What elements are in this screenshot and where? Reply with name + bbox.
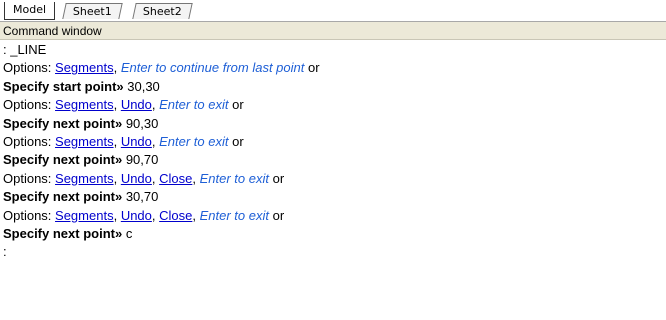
command-echo: :	[3, 244, 7, 260]
command-line: :	[3, 243, 666, 261]
prompt-value: 90,30	[122, 115, 159, 131]
tab-sheet1-label: Sheet1	[72, 5, 112, 18]
option-segments-link[interactable]: Segments	[55, 208, 114, 223]
options-separator: ,	[113, 133, 121, 149]
option-enter-link[interactable]: Enter to exit	[159, 97, 228, 112]
prompt-value: 30,30	[123, 78, 160, 94]
prompt-value: 30,70	[122, 189, 159, 205]
options-suffix: or	[228, 133, 244, 149]
prompt-label: Specify next point»	[3, 225, 123, 241]
option-enter-link[interactable]: Enter to exit	[159, 134, 228, 149]
options-suffix: or	[268, 207, 285, 223]
tab-sheet2-label: Sheet2	[142, 5, 182, 18]
options-prefix: Options:	[3, 97, 56, 113]
command-window-title: Command window	[3, 24, 102, 38]
command-line: : _LINE	[3, 41, 666, 59]
options-separator: ,	[113, 97, 121, 113]
options-prefix: Options:	[3, 133, 56, 149]
command-line: Specify next point» c	[3, 225, 666, 243]
option-enter-link[interactable]: Enter to exit	[200, 208, 269, 223]
option-segments-link[interactable]: Segments	[55, 134, 114, 149]
prompt-label: Specify start point»	[3, 78, 124, 94]
command-window-header: Command window	[0, 22, 666, 40]
option-segments-link[interactable]: Segments	[55, 60, 114, 75]
command-line: Specify start point» 30,30	[3, 78, 666, 96]
options-separator: ,	[192, 170, 200, 186]
option-undo-link[interactable]: Undo	[121, 171, 152, 186]
options-separator: ,	[113, 170, 121, 186]
options-suffix: or	[304, 60, 320, 76]
option-undo-link[interactable]: Undo	[121, 208, 152, 223]
option-segments-link[interactable]: Segments	[55, 171, 114, 186]
options-prefix: Options:	[3, 170, 56, 186]
prompt-value: c	[122, 225, 133, 241]
option-enter-link[interactable]: Enter to exit	[200, 171, 269, 186]
tab-sheet1[interactable]: Sheet1	[62, 3, 123, 19]
option-close-link[interactable]: Close	[159, 171, 192, 186]
command-history[interactable]: : _LINE Options: Segments, Enter to conti…	[0, 41, 666, 320]
options-separator: ,	[192, 207, 200, 223]
prompt-label: Specify next point»	[3, 189, 123, 205]
option-close-link[interactable]: Close	[159, 208, 192, 223]
option-segments-link[interactable]: Segments	[55, 97, 114, 112]
tab-model-label: Model	[13, 3, 47, 16]
command-line: Specify next point» 90,70	[3, 151, 666, 169]
command-line: Options: Segments, Undo, Enter to exit o…	[3, 133, 666, 151]
command-line: Options: Segments, Undo, Close, Enter to…	[3, 207, 666, 225]
option-undo-link[interactable]: Undo	[121, 134, 152, 149]
options-prefix: Options:	[3, 207, 56, 223]
command-line: Options: Segments, Enter to continue fro…	[3, 59, 666, 77]
options-suffix: or	[228, 97, 244, 113]
command-line: Specify next point» 90,30	[3, 115, 666, 133]
tab-sheet2[interactable]: Sheet2	[132, 3, 193, 19]
command-line: Options: Segments, Undo, Enter to exit o…	[3, 96, 666, 114]
prompt-value: 90,70	[122, 152, 159, 168]
option-enter-link[interactable]: Enter to continue from last point	[121, 60, 305, 75]
prompt-label: Specify next point»	[3, 115, 123, 131]
option-undo-link[interactable]: Undo	[121, 97, 152, 112]
prompt-label: Specify next point»	[3, 152, 123, 168]
options-prefix: Options:	[3, 60, 56, 76]
sheet-tab-bar: Model Sheet1 Sheet2	[0, 0, 666, 22]
options-separator: ,	[113, 207, 121, 223]
command-echo: : _LINE	[3, 42, 47, 57]
options-separator: ,	[113, 60, 121, 76]
command-line: Specify next point» 30,70	[3, 188, 666, 206]
tab-model[interactable]: Model	[4, 2, 56, 20]
command-line: Options: Segments, Undo, Close, Enter to…	[3, 170, 666, 188]
options-suffix: or	[268, 170, 285, 186]
